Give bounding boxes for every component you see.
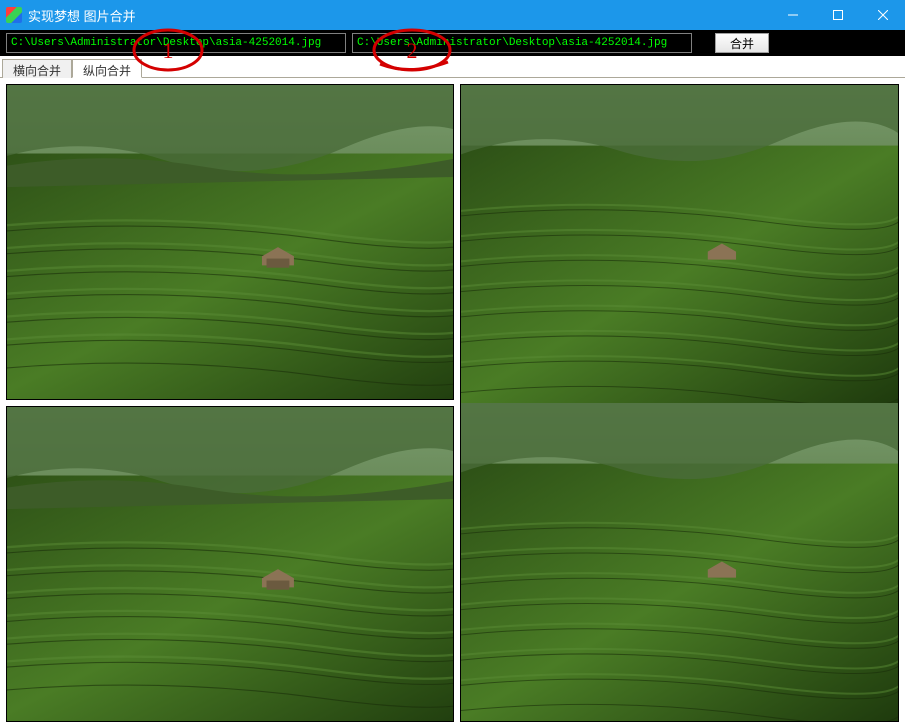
maximize-button[interactable] [815, 0, 860, 30]
app-icon [6, 7, 22, 23]
path-input-1[interactable]: C:\Users\Administrator\Desktop\asia-4252… [6, 33, 346, 53]
close-button[interactable] [860, 0, 905, 30]
titlebar: 实现梦想 图片合并 [0, 0, 905, 30]
right-column [460, 84, 899, 722]
tab-horizontal[interactable]: 横向合并 [2, 59, 72, 78]
tab-vertical[interactable]: 纵向合并 [72, 59, 142, 78]
merged-result-image [460, 84, 899, 722]
left-column [6, 84, 454, 722]
window-title: 实现梦想 图片合并 [28, 6, 136, 25]
preview-image-2 [6, 406, 454, 722]
toolbar: C:\Users\Administrator\Desktop\asia-4252… [0, 30, 905, 56]
path-input-2[interactable]: C:\Users\Administrator\Desktop\asia-4252… [352, 33, 692, 53]
preview-image-1 [6, 84, 454, 400]
minimize-button[interactable] [770, 0, 815, 30]
app-window: 实现梦想 图片合并 C:\Users\Administrator\Desktop… [0, 0, 905, 719]
merge-button[interactable]: 合并 [715, 33, 769, 53]
content-area [0, 78, 905, 728]
tabbar: 横向合并 纵向合并 [0, 56, 905, 78]
